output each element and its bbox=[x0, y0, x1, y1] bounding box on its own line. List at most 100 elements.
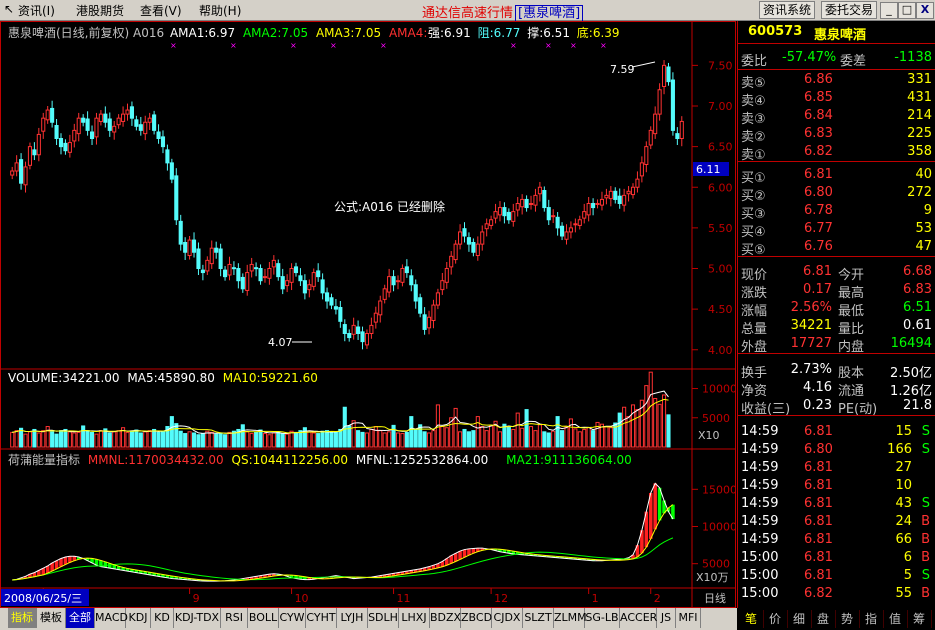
candle bbox=[453, 243, 458, 261]
buy-row: 买① 6.81 40 bbox=[738, 166, 935, 186]
menu-info[interactable]: 资讯(I) bbox=[18, 2, 55, 19]
volume-bar bbox=[515, 412, 520, 448]
indicator-tab[interactable]: MFI bbox=[676, 608, 701, 628]
volume-bar bbox=[528, 426, 534, 448]
y-tick-label: 5.50 bbox=[708, 222, 733, 235]
indicator-tab[interactable]: RSI bbox=[221, 608, 248, 628]
tick-row: 14:59 6.81 43 S bbox=[738, 495, 935, 513]
menu-view[interactable]: 查看(V) bbox=[140, 2, 182, 19]
indicator-tab[interactable]: ZLMM bbox=[554, 608, 587, 628]
indicator-tab[interactable]: 模板 bbox=[37, 608, 66, 628]
volume-bar bbox=[635, 409, 640, 448]
tick-row: 15:00 6.81 6 B bbox=[738, 549, 935, 567]
quote-tab[interactable]: 盘 bbox=[811, 610, 836, 628]
tick-row: 14:59 6.81 15 S bbox=[738, 423, 935, 441]
candle bbox=[409, 275, 414, 286]
chart-svg[interactable]: 7.50 7.00 6.50 6.00 5.50 5.00 4.50 4.00 10000 500… bbox=[0, 21, 736, 608]
indicator-tab[interactable]: SG-LB bbox=[585, 608, 620, 628]
sell-price: 6.84 bbox=[804, 108, 833, 123]
candle bbox=[666, 66, 671, 83]
candle bbox=[395, 280, 401, 283]
indicator-tab[interactable]: JS bbox=[657, 608, 676, 628]
tick-volume: 10 bbox=[895, 478, 912, 493]
volume-bar bbox=[209, 431, 214, 448]
menu-hk-futures[interactable]: 港股期货 bbox=[76, 2, 124, 19]
indicator-tab[interactable]: CJDX bbox=[492, 608, 523, 628]
candle bbox=[444, 268, 449, 283]
volume-bar bbox=[506, 426, 511, 448]
menu-help[interactable]: 帮助(H) bbox=[199, 2, 241, 19]
indicator-tab[interactable]: ZBCD bbox=[461, 608, 492, 628]
volume-bar bbox=[227, 431, 232, 448]
stat-value: 6.51 bbox=[903, 300, 932, 315]
mfnl-value: MFNL:1252532864.00 bbox=[355, 453, 489, 467]
candle bbox=[449, 255, 454, 268]
stat2-value: 21.8 bbox=[903, 398, 932, 413]
candle bbox=[209, 247, 214, 265]
indicator-tab[interactable]: LYJH bbox=[337, 608, 368, 628]
y-tick-label: 7.00 bbox=[708, 100, 733, 113]
quote-tab[interactable]: 细 bbox=[787, 610, 812, 628]
candle bbox=[360, 331, 365, 343]
volume-bar bbox=[36, 432, 41, 448]
volume-value: VOLUME:34221.00 bbox=[8, 371, 120, 385]
sell-row: 卖④ 6.85 431 bbox=[738, 89, 935, 109]
candle bbox=[125, 109, 130, 115]
stat-row: 总量 34221 量比 0.61 bbox=[738, 317, 935, 337]
volume-bar bbox=[387, 431, 392, 448]
candle bbox=[191, 239, 197, 253]
stat2-value: 2.73% bbox=[790, 362, 832, 377]
volume-bar bbox=[484, 430, 489, 448]
sell-label: 卖① bbox=[741, 148, 766, 163]
indicator-tab[interactable]: CYW bbox=[279, 608, 306, 628]
indicator-tab[interactable]: ACCER bbox=[620, 608, 657, 628]
volume-header: VOLUME:34221.00 MA5:45890.80 MA10:59221.… bbox=[8, 371, 318, 385]
indicator-tab[interactable]: SDLH bbox=[368, 608, 399, 628]
indicator-tab[interactable]: LHXJ bbox=[399, 608, 430, 628]
info-system-button[interactable]: 资讯系统 bbox=[759, 1, 816, 19]
volume-bar bbox=[630, 404, 636, 448]
stat-value: 16494 bbox=[890, 336, 932, 351]
candle bbox=[333, 306, 338, 310]
indicator-tab[interactable]: MACD bbox=[95, 608, 128, 628]
quote-tab[interactable]: 筹 bbox=[907, 610, 932, 628]
candle bbox=[489, 219, 494, 226]
volume-bar bbox=[555, 416, 560, 448]
candle bbox=[644, 146, 649, 165]
stock-title: [惠泉啤酒] bbox=[515, 5, 584, 22]
indicator-tab[interactable]: KD bbox=[151, 608, 174, 628]
tick-volume: 55 bbox=[895, 586, 912, 601]
maximize-icon[interactable]: □ bbox=[898, 2, 916, 19]
app-title: 通达信高速行情 [惠泉啤酒] bbox=[422, 2, 584, 22]
indicator-tab[interactable]: 全部 bbox=[66, 608, 95, 628]
tick-time: 14:59 bbox=[741, 478, 779, 493]
trade-button[interactable]: 委托交易 bbox=[821, 1, 878, 19]
volume-bar bbox=[471, 430, 476, 448]
indicator-tab[interactable]: BDZX bbox=[430, 608, 461, 628]
tick-time: 14:59 bbox=[741, 424, 779, 439]
close-icon[interactable]: X bbox=[916, 2, 934, 19]
mmnl-value: MMNL:1170034432.00 bbox=[87, 453, 224, 467]
candle bbox=[542, 190, 547, 209]
volume-bar bbox=[76, 431, 81, 448]
quote-tab[interactable]: 指 bbox=[859, 610, 884, 628]
indicator-tab[interactable]: KDJ-TDX bbox=[174, 608, 221, 628]
indicator-tab[interactable]: CYHT bbox=[306, 608, 337, 628]
quote-tab[interactable]: 笔 bbox=[739, 610, 764, 628]
buy-row: 买④ 6.77 53 bbox=[738, 220, 935, 240]
quote-tab[interactable]: 势 bbox=[835, 610, 860, 628]
indicator-tab[interactable]: KDJ bbox=[126, 608, 151, 628]
minimize-icon[interactable]: _ bbox=[880, 2, 898, 19]
indicator-tab[interactable]: BOLL bbox=[248, 608, 279, 628]
tick-flag: B bbox=[921, 532, 930, 547]
indicator-tab[interactable]: 指标 bbox=[8, 608, 37, 628]
indicator-tab[interactable]: SLZT bbox=[523, 608, 554, 628]
candle bbox=[27, 146, 33, 166]
signal-mark: × bbox=[330, 41, 337, 50]
quote-tab[interactable]: 值 bbox=[883, 610, 908, 628]
y-tick-label: 6.50 bbox=[708, 141, 733, 154]
quote-tab[interactable]: 价 bbox=[763, 610, 788, 628]
candle bbox=[484, 223, 489, 230]
volume-bar bbox=[489, 425, 494, 448]
chart-panel[interactable]: 7.50 7.00 6.50 6.00 5.50 5.00 4.50 4.00 10000 500… bbox=[0, 21, 736, 608]
